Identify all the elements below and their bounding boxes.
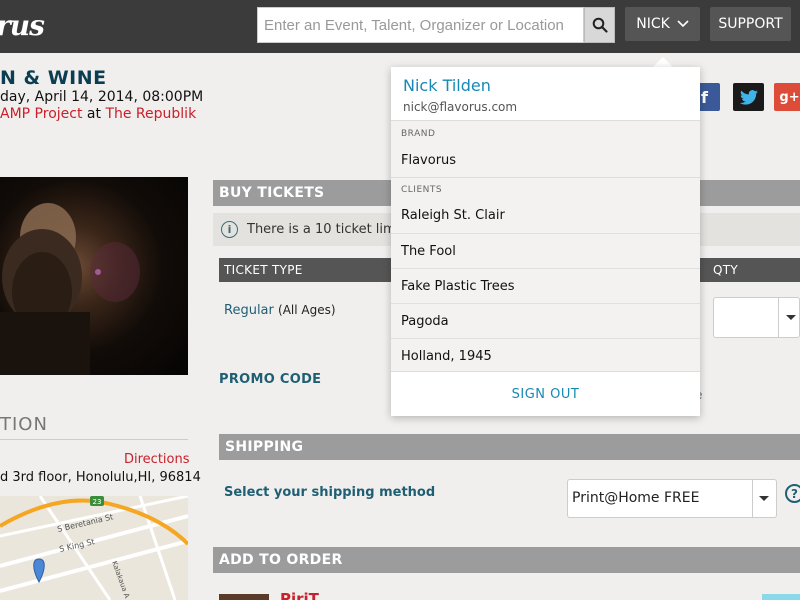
dropdown-item-client[interactable]: Pagoda bbox=[391, 303, 700, 338]
event-photo bbox=[0, 177, 188, 375]
dropdown-item-brand[interactable]: Flavorus bbox=[391, 143, 700, 178]
twitter-share-button[interactable] bbox=[733, 83, 764, 111]
divider bbox=[391, 177, 700, 178]
dropdown-item-client[interactable]: Raleigh St. Clair bbox=[391, 198, 700, 233]
location-map[interactable]: 23 S Beretania St S King St Kalakaua A bbox=[0, 496, 188, 600]
venue-link[interactable]: The Republik bbox=[105, 106, 196, 122]
shipping-method-value: Print@Home FREE bbox=[572, 490, 700, 506]
dropdown-pointer bbox=[653, 57, 673, 67]
location-heading: TION bbox=[0, 414, 48, 435]
ticket-row: Regular (All Ages) bbox=[224, 303, 336, 318]
chevron-down-icon bbox=[677, 20, 689, 28]
support-button[interactable]: SUPPORT bbox=[710, 7, 791, 41]
googleplus-share-button[interactable]: g+ bbox=[774, 83, 800, 111]
top-nav-bar: rus NICK SUPPORT bbox=[0, 0, 800, 53]
dropdown-item-client[interactable]: Holland, 1945 bbox=[391, 338, 700, 373]
shipping-method-label: Select your shipping method bbox=[224, 485, 436, 500]
addon-title[interactable]: PiriT bbox=[280, 590, 319, 600]
search-button[interactable] bbox=[584, 7, 615, 43]
site-logo[interactable]: rus bbox=[0, 9, 45, 42]
event-title: N & WINE bbox=[0, 67, 107, 89]
qty-column-header: QTY bbox=[713, 263, 739, 277]
shipping-heading: SHIPPING bbox=[219, 434, 800, 460]
user-menu-button[interactable]: NICK bbox=[625, 7, 700, 41]
ticket-age-label: (All Ages) bbox=[278, 303, 336, 317]
search-icon bbox=[592, 17, 608, 33]
venue-at-label: at bbox=[86, 106, 101, 122]
googleplus-icon: g+ bbox=[779, 89, 800, 105]
ticket-type-column-header: TICKET TYPE bbox=[224, 263, 303, 277]
clients-section-label: CLIENTS bbox=[401, 185, 443, 195]
user-name-link[interactable]: Nick Tilden bbox=[403, 76, 491, 95]
info-icon: i bbox=[221, 221, 238, 238]
divider bbox=[778, 298, 779, 337]
directions-link[interactable]: Directions bbox=[124, 452, 190, 467]
dropdown-item-client[interactable]: The Fool bbox=[391, 233, 700, 268]
add-to-order-heading: ADD TO ORDER bbox=[213, 547, 800, 573]
divider bbox=[0, 439, 188, 440]
quantity-select[interactable] bbox=[713, 297, 800, 338]
user-email: nick@flavorus.com bbox=[403, 100, 518, 114]
facebook-icon: f bbox=[701, 87, 708, 107]
user-dropdown-menu: Nick Tilden nick@flavorus.com BRAND Flav… bbox=[391, 67, 700, 416]
help-icon[interactable]: ? bbox=[785, 484, 800, 503]
caret-down-icon bbox=[759, 496, 769, 501]
divider bbox=[752, 480, 753, 517]
sign-out-button[interactable]: SIGN OUT bbox=[391, 371, 700, 416]
dropdown-item-client[interactable]: Fake Plastic Trees bbox=[391, 268, 700, 303]
presenter-link[interactable]: AMP Project bbox=[0, 106, 82, 122]
ticket-type-link[interactable]: Regular bbox=[224, 303, 274, 318]
search-box bbox=[257, 7, 615, 43]
event-date: day, April 14, 2014, 08:00PM bbox=[0, 89, 204, 105]
dropdown-user-info: Nick Tilden nick@flavorus.com bbox=[391, 67, 700, 121]
event-presenter-venue: AMP Project at The Republik bbox=[0, 106, 196, 122]
promo-code-label: PROMO CODE bbox=[219, 372, 322, 387]
ticket-limit-text: There is a 10 ticket limit bbox=[247, 222, 405, 237]
caret-down-icon bbox=[786, 315, 796, 320]
promo-code-input[interactable] bbox=[688, 381, 800, 407]
search-input[interactable] bbox=[257, 7, 584, 43]
brand-section-label: BRAND bbox=[401, 129, 436, 139]
route-shield-label: 23 bbox=[93, 498, 102, 506]
addon-badge bbox=[762, 594, 800, 600]
twitter-icon bbox=[739, 89, 758, 105]
shipping-method-select[interactable]: Print@Home FREE bbox=[567, 479, 777, 518]
addon-thumbnail[interactable] bbox=[219, 594, 269, 600]
user-menu-label: NICK bbox=[636, 16, 670, 32]
venue-address: d 3rd floor, Honolulu,HI, 96814 bbox=[0, 470, 201, 485]
